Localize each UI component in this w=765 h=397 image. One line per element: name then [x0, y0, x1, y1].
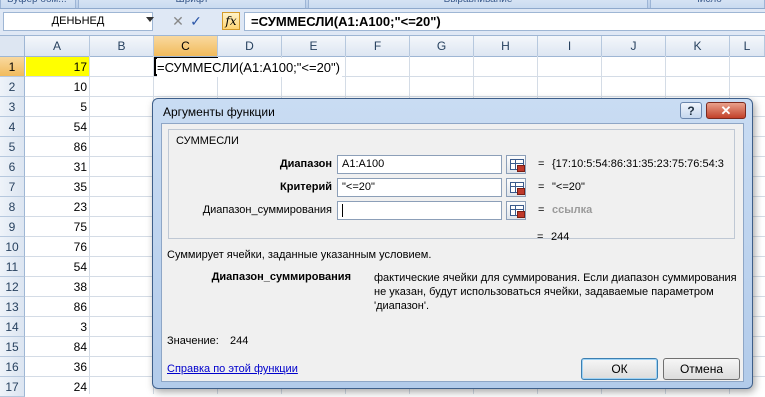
- name-box[interactable]: ДЕНЬНЕД: [3, 12, 153, 31]
- row-header-7[interactable]: 7: [0, 177, 25, 197]
- ribbon-group-clipboard[interactable]: Буфер обм...: [0, 0, 76, 8]
- cell-a11[interactable]: 54: [26, 257, 89, 276]
- cell-a3[interactable]: 5: [26, 97, 89, 116]
- ribbon-group-alignment[interactable]: Выравнивание: [308, 0, 648, 8]
- column-header-i[interactable]: I: [538, 36, 602, 56]
- function-help-link[interactable]: Справка по этой функции: [167, 363, 298, 375]
- arg-input-criteria[interactable]: "<=20": [337, 178, 502, 197]
- red-arrow-icon: [517, 188, 525, 195]
- param-description-label: Диапазон_суммирования: [211, 271, 351, 283]
- ribbon-group-font[interactable]: Шрифт: [78, 0, 306, 8]
- red-arrow-icon: [517, 165, 525, 172]
- ribbon-group-strip: Буфер обм... Шрифт Выравнивание Число: [0, 0, 765, 9]
- column-header-l[interactable]: L: [730, 36, 765, 56]
- formula-bar: ДЕНЬНЕД ✕ ✓ fx =СУММЕСЛИ(A1:A100;"<=20"): [0, 9, 765, 36]
- function-name-label: СУММЕСЛИ: [174, 135, 241, 147]
- collapse-dialog-criteria-button[interactable]: [506, 178, 526, 197]
- cell-a4[interactable]: 54: [26, 117, 89, 136]
- cancel-button[interactable]: Отмена: [663, 358, 740, 380]
- cell-a9[interactable]: 75: [26, 217, 89, 236]
- row-header-2[interactable]: 2: [0, 77, 25, 97]
- dialog-title: Аргументы функции: [163, 105, 275, 119]
- param-description-text: фактические ячейки для суммирования. Есл…: [374, 272, 737, 312]
- dialog-close-button[interactable]: ✕: [706, 102, 746, 119]
- ok-button[interactable]: ОК: [581, 358, 658, 380]
- column-header-j[interactable]: J: [602, 36, 666, 56]
- arg-input-range[interactable]: A1:A100: [337, 155, 502, 174]
- formula-value-label: Значение:: [167, 335, 219, 347]
- arg-input-sum-range[interactable]: [337, 201, 502, 220]
- row-header-11[interactable]: 11: [0, 257, 25, 277]
- red-arrow-icon: [517, 211, 525, 218]
- row-header-14[interactable]: 14: [0, 317, 25, 337]
- column-header-h[interactable]: H: [474, 36, 538, 56]
- cell-a2[interactable]: 10: [26, 77, 89, 96]
- row-header-16[interactable]: 16: [0, 357, 25, 377]
- arg-label-range: Диапазон: [279, 158, 332, 170]
- row-header-13[interactable]: 13: [0, 297, 25, 317]
- cell-a1[interactable]: 17: [26, 57, 89, 76]
- arg-equals: =: [538, 181, 545, 193]
- cell-a10[interactable]: 76: [26, 237, 89, 256]
- arg-label-criteria: Критерий: [280, 181, 332, 193]
- row-header-1[interactable]: 1: [0, 57, 25, 77]
- column-header-row: A B C D E F G H I J K L: [0, 36, 765, 57]
- column-header-k[interactable]: K: [666, 36, 730, 56]
- formula-value: 244: [230, 335, 249, 347]
- collapse-dialog-range-button[interactable]: [506, 155, 526, 174]
- cell-a15[interactable]: 84: [26, 337, 89, 356]
- function-result: 244: [551, 231, 570, 243]
- arg-result-sum-range: ссылка: [552, 204, 593, 216]
- cell-a8[interactable]: 23: [26, 197, 89, 216]
- cell-a5[interactable]: 86: [26, 137, 89, 156]
- name-box-dropdown-icon[interactable]: [146, 17, 154, 22]
- insert-function-button[interactable]: fx: [222, 12, 240, 30]
- text-caret: [342, 203, 343, 217]
- arg-equals: =: [538, 158, 545, 170]
- column-header-b[interactable]: B: [90, 36, 154, 56]
- column-header-a[interactable]: A: [25, 36, 90, 56]
- cell-a12[interactable]: 38: [26, 277, 89, 296]
- column-header-c[interactable]: C: [154, 36, 218, 56]
- grid-line: [89, 56, 90, 394]
- row-header-10[interactable]: 10: [0, 237, 25, 257]
- function-arguments-dialog: Аргументы функции ? ✕ СУММЕСЛИ Диапазон …: [152, 98, 753, 389]
- enter-formula-icon[interactable]: ✓: [188, 13, 204, 30]
- arg-equals: =: [538, 204, 545, 216]
- function-description: Суммирует ячейки, заданные указанным усл…: [167, 249, 432, 261]
- grid-line: [25, 96, 765, 97]
- arg-result-criteria: "<=20": [552, 181, 585, 193]
- function-equals: =: [537, 231, 544, 243]
- arg-label-sum-range: Диапазон_суммирования: [202, 204, 332, 216]
- column-header-e[interactable]: E: [282, 36, 346, 56]
- row-header-6[interactable]: 6: [0, 157, 25, 177]
- row-header-15[interactable]: 15: [0, 337, 25, 357]
- formula-input[interactable]: =СУММЕСЛИ(A1:A100;"<=20"): [244, 12, 765, 31]
- cancel-formula-icon[interactable]: ✕: [170, 13, 186, 30]
- row-header-4[interactable]: 4: [0, 117, 25, 137]
- column-header-d[interactable]: D: [218, 36, 282, 56]
- row-header-3[interactable]: 3: [0, 97, 25, 117]
- column-header-g[interactable]: G: [410, 36, 474, 56]
- select-all-corner[interactable]: [0, 36, 25, 56]
- row-header-12[interactable]: 12: [0, 277, 25, 297]
- cell-a16[interactable]: 36: [26, 357, 89, 376]
- row-header-9[interactable]: 9: [0, 217, 25, 237]
- cell-c1-formula-text[interactable]: =СУММЕСЛИ(A1:A100;"<=20"): [157, 58, 342, 77]
- cell-a14[interactable]: 3: [26, 317, 89, 336]
- column-header-f[interactable]: F: [346, 36, 410, 56]
- cell-a7[interactable]: 35: [26, 177, 89, 196]
- row-header-5[interactable]: 5: [0, 137, 25, 157]
- cell-a6[interactable]: 31: [26, 157, 89, 176]
- collapse-dialog-sum-range-button[interactable]: [506, 201, 526, 220]
- grid-line: [25, 76, 765, 77]
- cell-a17[interactable]: 24: [26, 377, 89, 396]
- cell-a13[interactable]: 86: [26, 297, 89, 316]
- row-header-17[interactable]: 17: [0, 377, 25, 397]
- dialog-help-button[interactable]: ?: [680, 102, 702, 119]
- ribbon-group-number[interactable]: Число: [650, 0, 765, 8]
- arg-result-range: {17:10:5:54:86:31:35:23:75:76:54:3: [552, 158, 724, 170]
- row-header-8[interactable]: 8: [0, 197, 25, 217]
